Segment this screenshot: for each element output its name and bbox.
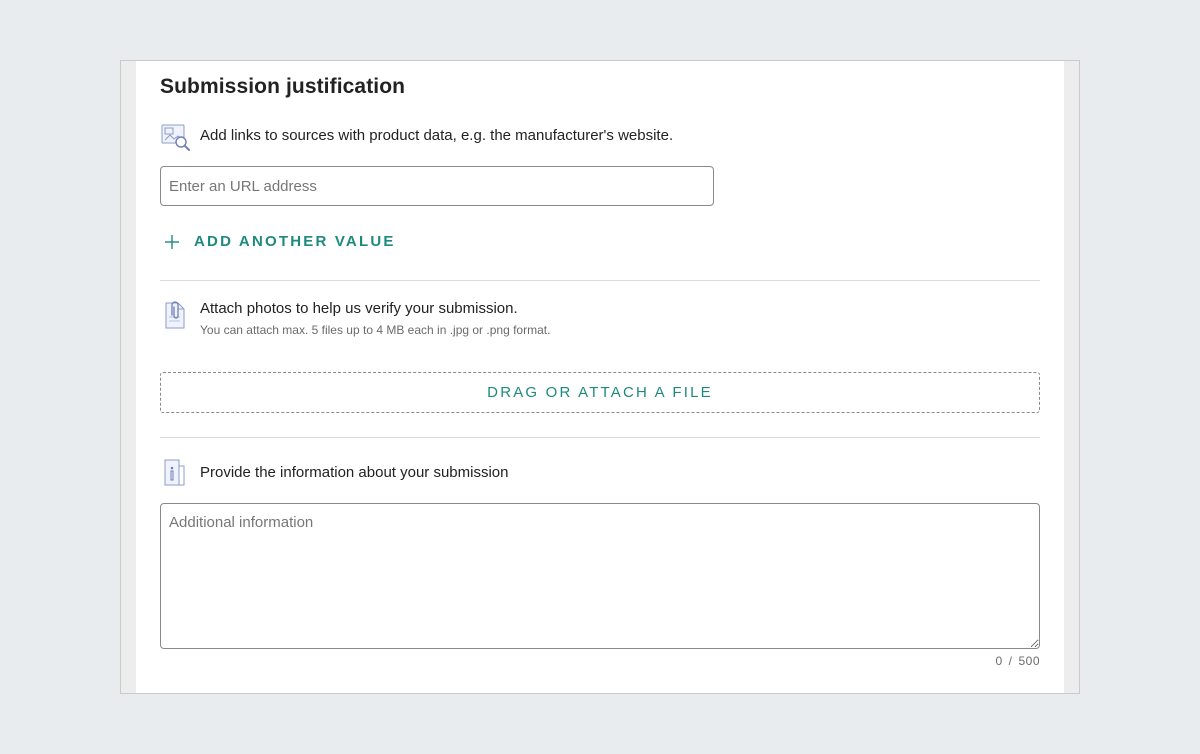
paperclip-document-icon	[160, 299, 192, 331]
photos-title: Attach photos to help us verify your sub…	[200, 300, 518, 317]
info-document-icon	[160, 458, 192, 490]
info-description-row: Provide the information about your submi…	[160, 458, 509, 490]
character-count: 0	[995, 654, 1003, 668]
character-counter: 0 / 500	[995, 654, 1040, 668]
photos-description-row: Attach photos to help us verify your sub…	[160, 299, 550, 337]
form-frame: Submission justification Add links to so…	[120, 60, 1080, 694]
photos-hint: You can attach max. 5 files up to 4 MB e…	[200, 323, 551, 337]
file-drop-zone[interactable]: DRAG OR ATTACH A FILE	[160, 372, 1040, 413]
counter-separator: /	[1008, 654, 1013, 668]
drag-or-attach-label: DRAG OR ATTACH A FILE	[487, 384, 713, 401]
divider	[160, 280, 1040, 281]
additional-information-textarea[interactable]	[160, 503, 1040, 649]
divider	[160, 437, 1040, 438]
links-description-row: Add links to sources with product data, …	[160, 122, 673, 154]
info-title: Provide the information about your submi…	[200, 464, 509, 481]
add-another-value-button[interactable]: ADD ANOTHER VALUE	[164, 233, 396, 250]
plus-icon	[165, 234, 179, 249]
character-max: 500	[1018, 654, 1040, 668]
image-search-icon	[160, 122, 192, 154]
submission-panel: Submission justification Add links to so…	[136, 61, 1064, 693]
add-another-value-label: ADD ANOTHER VALUE	[194, 233, 396, 250]
links-description: Add links to sources with product data, …	[200, 127, 674, 144]
section-title: Submission justification	[160, 75, 406, 98]
url-input[interactable]	[160, 166, 714, 206]
